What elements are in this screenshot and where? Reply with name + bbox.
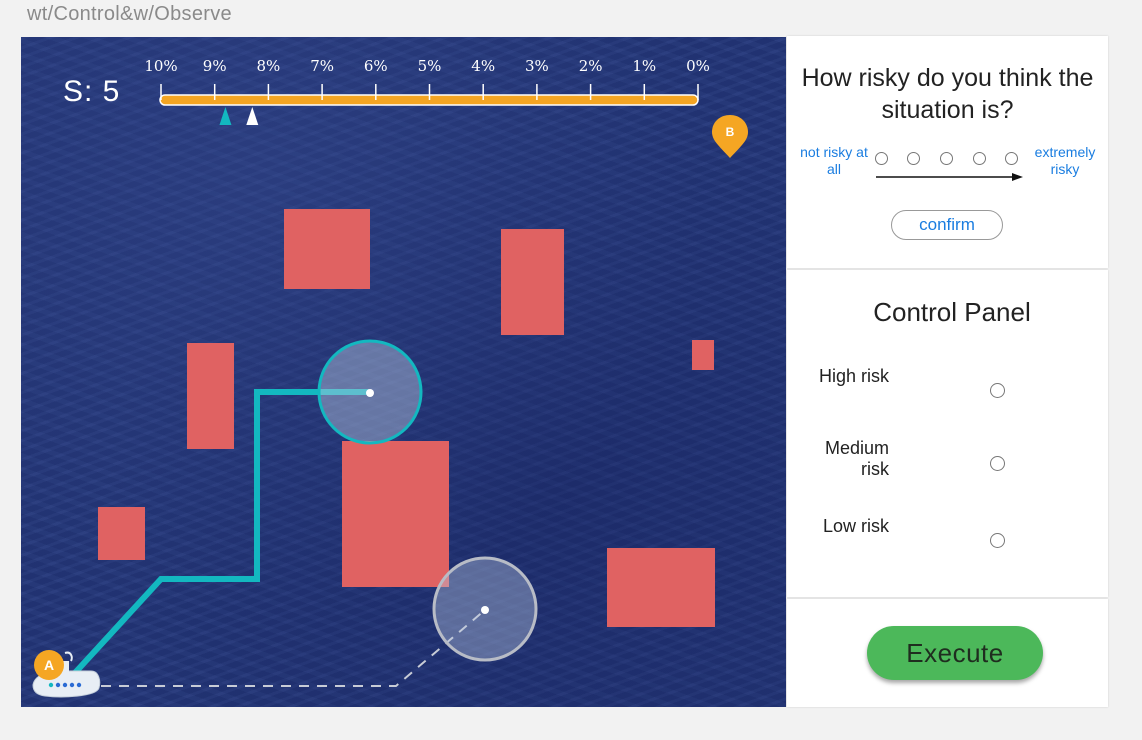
option-label-medium-risk: Medium risk — [824, 438, 889, 479]
obstacle — [284, 209, 370, 289]
start-marker: A — [34, 650, 64, 680]
confirm-button[interactable]: confirm — [891, 210, 1003, 240]
page-title: wt/Control&w/Observe — [27, 3, 232, 25]
risk-bar-tick-label: 6% — [363, 57, 388, 75]
ocean-map[interactable]: A B 10% 9% 8% 7% 6% 5% 4% 3% 2% 1% 0% S: 5 — [21, 37, 786, 707]
risk-marker-teal — [219, 107, 232, 125]
risk-option-2[interactable] — [907, 152, 920, 165]
risk-question: How risky do you think the situation is? — [801, 64, 1094, 124]
obstacle — [692, 340, 714, 370]
waypoint-dot[interactable] — [366, 389, 374, 397]
risk-bar-tick-label: 5% — [417, 57, 442, 75]
scale-label-low: not risky at all — [800, 144, 868, 177]
score-label: S: 5 — [63, 75, 121, 108]
risk-marker-white[interactable] — [246, 107, 259, 125]
risk-option-5[interactable] — [1005, 152, 1018, 165]
scale-label-high: extremely risky — [1034, 144, 1096, 177]
risk-bar-tick-label: 0% — [686, 57, 710, 75]
map-canvas: A B — [32, 84, 748, 698]
option-label-high-risk: High risk — [818, 366, 889, 386]
risk-bar-tick-label: 3% — [524, 57, 549, 75]
risk-bar-tick-label: 4% — [471, 57, 496, 75]
low-risk-radio[interactable] — [990, 533, 1005, 548]
obstacle — [187, 343, 234, 449]
goal-marker: B — [712, 115, 748, 158]
risk-bar-tick-label: 2% — [578, 57, 603, 75]
predicted-path — [101, 609, 486, 687]
control-panel: Control Panel High risk Medium risk Low … — [787, 270, 1108, 597]
scale-arrow-icon — [876, 173, 1023, 181]
control-panel-title: Control Panel — [873, 297, 1031, 327]
waypoint-dot[interactable] — [481, 606, 489, 614]
obstacle — [98, 507, 145, 560]
high-risk-radio[interactable] — [990, 383, 1005, 398]
execute-panel: Execute — [787, 599, 1108, 707]
start-marker-label: A — [44, 657, 54, 673]
option-label-low-risk: Low risk — [822, 516, 889, 536]
risk-bar-tick-label: 7% — [310, 57, 334, 75]
risk-bar-tick-label: 8% — [256, 57, 281, 75]
goal-marker-label: B — [726, 125, 735, 139]
risk-bar-tick-label: 9% — [202, 57, 227, 75]
risk-option-1[interactable] — [875, 152, 888, 165]
risk-option-3[interactable] — [940, 152, 953, 165]
obstacle — [607, 548, 715, 627]
risk-bar-tick-label: 10% — [144, 57, 178, 75]
risk-option-4[interactable] — [973, 152, 986, 165]
medium-risk-radio[interactable] — [990, 456, 1005, 471]
obstacle — [342, 441, 449, 587]
obstacle — [501, 229, 564, 335]
execute-button[interactable]: Execute — [867, 626, 1043, 680]
risk-question-panel: How risky do you think the situation is?… — [787, 36, 1108, 268]
risk-bar-tick-label: 1% — [632, 57, 657, 75]
